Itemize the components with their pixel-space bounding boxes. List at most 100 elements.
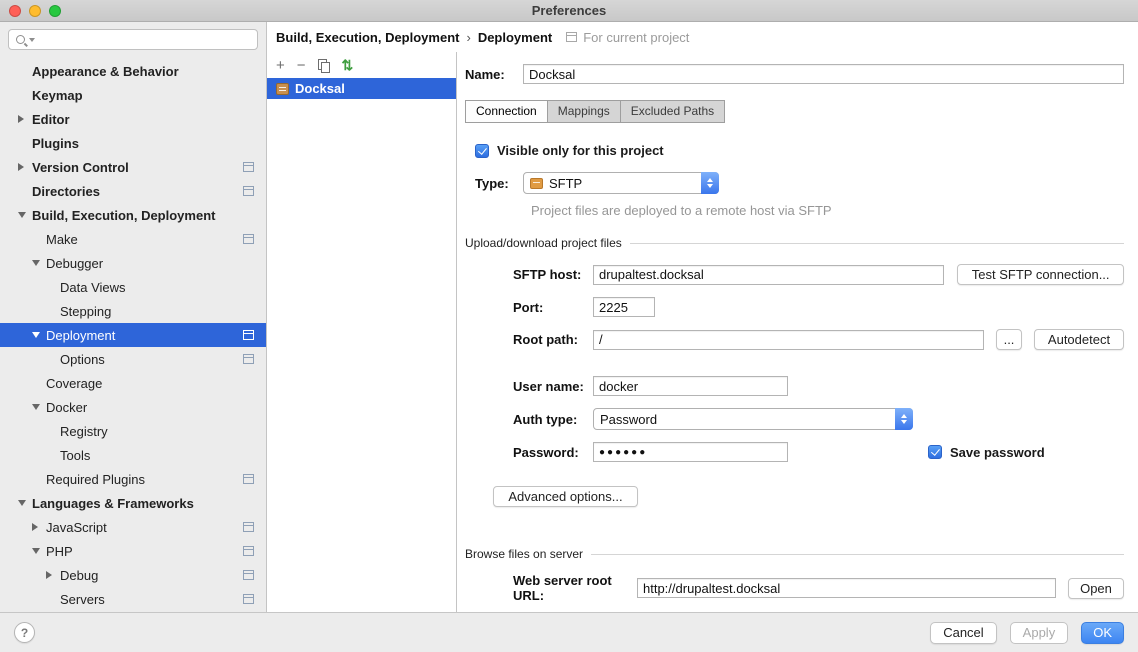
server-list-item-docksal[interactable]: Docksal xyxy=(267,78,456,99)
sidebar-item-label: Stepping xyxy=(60,304,111,319)
chevron-down-icon[interactable] xyxy=(32,548,46,554)
project-level-icon xyxy=(243,234,254,244)
chevron-right-icon[interactable] xyxy=(32,523,46,531)
sidebar-item-label: Required Plugins xyxy=(46,472,145,487)
section-divider xyxy=(630,243,1124,244)
sidebar-item-servers[interactable]: Servers xyxy=(0,587,266,611)
auth-type-dropdown[interactable]: Password xyxy=(593,408,913,430)
name-label: Name: xyxy=(465,67,523,82)
help-button[interactable]: ? xyxy=(14,622,35,643)
save-password-label: Save password xyxy=(950,445,1045,460)
section-divider xyxy=(591,554,1124,555)
sidebar-item-deployment[interactable]: Deployment xyxy=(0,323,266,347)
chevron-down-icon[interactable] xyxy=(18,212,32,218)
sftp-host-input[interactable] xyxy=(593,265,944,285)
sidebar-item-keymap[interactable]: Keymap xyxy=(0,83,266,107)
sidebar-item-plugins[interactable]: Plugins xyxy=(0,131,266,155)
sidebar-item-php[interactable]: PHP xyxy=(0,539,266,563)
project-level-icon xyxy=(243,354,254,364)
apply-button[interactable]: Apply xyxy=(1010,622,1069,644)
sidebar-item-debugger[interactable]: Debugger xyxy=(0,251,266,275)
user-name-input[interactable] xyxy=(593,376,788,396)
sidebar-item-appearance-behavior[interactable]: Appearance & Behavior xyxy=(0,59,266,83)
test-sftp-connection-button[interactable]: Test SFTP connection... xyxy=(957,264,1124,285)
dropdown-stepper-icon[interactable] xyxy=(701,172,719,194)
tab-excluded-paths[interactable]: Excluded Paths xyxy=(620,100,725,123)
upload-section-title: Upload/download project files xyxy=(465,236,622,250)
breadcrumb-build-execution-deployment[interactable]: Build, Execution, Deployment xyxy=(276,30,459,45)
sidebar-item-registry[interactable]: Registry xyxy=(0,419,266,443)
preferences-window: Preferences Appearance & BehaviorKeymap E… xyxy=(0,0,1138,652)
type-dropdown[interactable]: SFTP xyxy=(523,172,719,194)
chevron-down-icon[interactable] xyxy=(32,404,46,410)
chevron-down-icon[interactable] xyxy=(32,332,46,338)
sidebar-item-javascript[interactable]: JavaScript xyxy=(0,515,266,539)
sidebar-item-docker[interactable]: Docker xyxy=(0,395,266,419)
sidebar-item-editor[interactable]: Editor xyxy=(0,107,266,131)
name-input[interactable] xyxy=(523,64,1124,84)
save-password-checkbox[interactable] xyxy=(928,445,942,459)
sidebar-item-label: PHP xyxy=(46,544,73,559)
dropdown-stepper-icon[interactable] xyxy=(895,408,913,430)
sidebar-item-label: Docker xyxy=(46,400,87,415)
upload-section-header: Upload/download project files xyxy=(465,236,1124,250)
type-label: Type: xyxy=(475,176,523,191)
root-path-input[interactable] xyxy=(593,330,984,350)
minimize-window-button[interactable] xyxy=(29,5,41,17)
sidebar-item-label: Options xyxy=(60,352,105,367)
sidebar-item-label: Debugger xyxy=(46,256,103,271)
project-level-icon xyxy=(243,522,254,532)
cancel-button[interactable]: Cancel xyxy=(930,622,996,644)
port-input[interactable] xyxy=(593,297,655,317)
settings-tree: Appearance & BehaviorKeymap Editor Plugins… xyxy=(0,56,266,612)
chevron-right-icon[interactable] xyxy=(18,115,32,123)
password-input[interactable] xyxy=(593,442,788,462)
sidebar-item-label: Data Views xyxy=(60,280,126,295)
sidebar-item-data-views[interactable]: Data Views xyxy=(0,275,266,299)
advanced-options-button[interactable]: Advanced options... xyxy=(493,486,638,507)
breadcrumb-deployment[interactable]: Deployment xyxy=(478,30,552,45)
sidebar-item-options[interactable]: Options xyxy=(0,347,266,371)
content-area: Build, Execution, Deployment › Deploymen… xyxy=(267,22,1138,612)
sidebar-item-languages-frameworks[interactable]: Languages & Frameworks xyxy=(0,491,266,515)
open-button[interactable]: Open xyxy=(1068,578,1124,599)
project-level-icon xyxy=(566,32,577,42)
auth-type-dropdown-value: Password xyxy=(600,412,657,427)
web-root-input[interactable] xyxy=(637,578,1056,598)
server-list-panel: + − ⇅ Docksal xyxy=(267,52,457,612)
ok-button[interactable]: OK xyxy=(1081,622,1124,644)
sidebar-item-stepping[interactable]: Stepping xyxy=(0,299,266,323)
root-path-label: Root path: xyxy=(513,332,593,347)
close-window-button[interactable] xyxy=(9,5,21,17)
panels: + − ⇅ Docksal Name: xyxy=(267,52,1138,612)
sidebar-item-directories[interactable]: Directories xyxy=(0,179,266,203)
sidebar-item-required-plugins[interactable]: Required Plugins xyxy=(0,467,266,491)
chevron-right-icon[interactable] xyxy=(18,163,32,171)
sidebar-item-make[interactable]: Make xyxy=(0,227,266,251)
sidebar-item-coverage[interactable]: Coverage xyxy=(0,371,266,395)
chevron-down-icon[interactable] xyxy=(18,500,32,506)
sidebar-item-label: Editor xyxy=(32,112,70,127)
sidebar-item-label: Registry xyxy=(60,424,108,439)
sidebar-item-version-control[interactable]: Version Control xyxy=(0,155,266,179)
visible-only-checkbox[interactable] xyxy=(475,144,489,158)
zoom-window-button[interactable] xyxy=(49,5,61,17)
project-level-icon xyxy=(243,474,254,484)
titlebar: Preferences xyxy=(0,0,1138,22)
add-server-icon[interactable]: + xyxy=(276,58,285,73)
search-options-chevron-icon[interactable] xyxy=(29,38,35,42)
remove-server-icon[interactable]: − xyxy=(297,58,306,73)
autodetect-button[interactable]: Autodetect xyxy=(1034,329,1124,350)
chevron-down-icon[interactable] xyxy=(32,260,46,266)
chevron-right-icon[interactable] xyxy=(46,571,60,579)
traffic-lights xyxy=(9,5,61,17)
sidebar-item-debug[interactable]: Debug xyxy=(0,563,266,587)
tab-mappings[interactable]: Mappings xyxy=(547,100,621,123)
sidebar-item-build-execution-deployment[interactable]: Build, Execution, Deployment xyxy=(0,203,266,227)
sync-server-icon[interactable]: ⇅ xyxy=(342,58,354,72)
tab-connection[interactable]: Connection xyxy=(465,100,548,123)
sidebar-item-tools[interactable]: Tools xyxy=(0,443,266,467)
copy-server-icon[interactable] xyxy=(318,59,330,72)
settings-search-input[interactable] xyxy=(8,29,258,50)
browse-root-path-button[interactable]: ... xyxy=(996,329,1022,350)
